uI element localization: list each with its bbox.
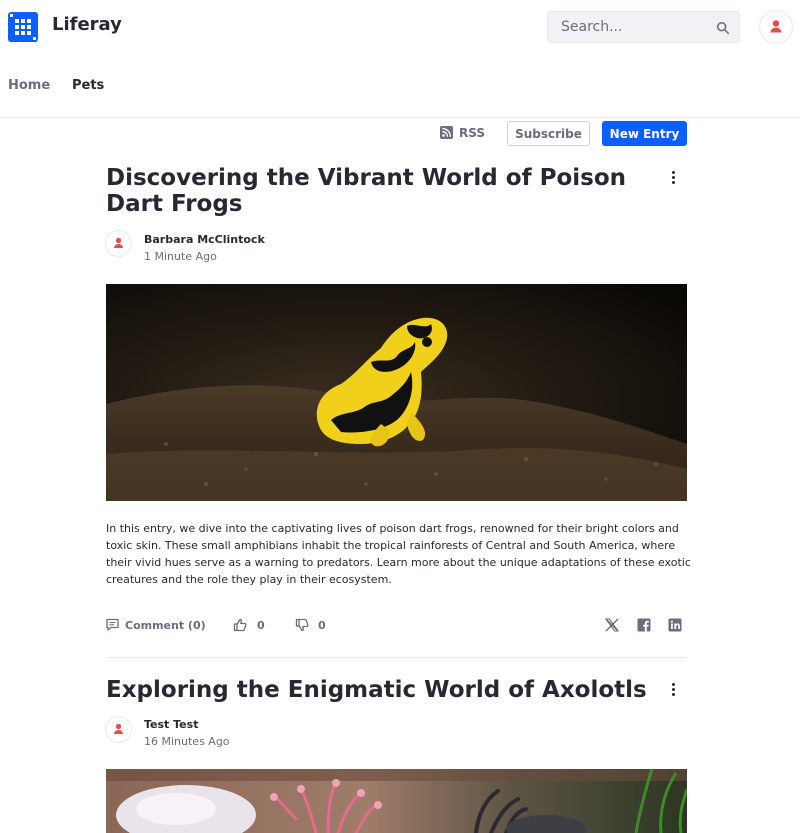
user-icon	[770, 20, 782, 33]
author-avatar	[105, 230, 132, 257]
subscribe-button[interactable]: Subscribe	[507, 121, 590, 146]
search-input[interactable]	[548, 12, 708, 42]
entry-timestamp: 16 Minutes Ago	[144, 735, 230, 748]
x-icon[interactable]	[604, 617, 620, 633]
entry-options-icon[interactable]	[666, 168, 682, 188]
comment-icon	[106, 618, 119, 631]
site-name[interactable]: Liferay	[52, 14, 122, 35]
author-name[interactable]: Test Test	[144, 718, 198, 731]
entry-divider	[106, 657, 687, 658]
search-icon[interactable]	[716, 21, 730, 35]
entry-options-icon[interactable]	[666, 680, 682, 700]
facebook-icon[interactable]	[636, 617, 652, 633]
author-name[interactable]: Barbara McClintock	[144, 233, 265, 246]
new-entry-button[interactable]: New Entry	[602, 121, 687, 146]
dislike-count: 0	[318, 619, 326, 632]
rss-icon	[440, 126, 453, 139]
liferay-logo-icon[interactable]	[8, 12, 38, 42]
entry-title[interactable]: Discovering the Vibrant World of Poison …	[106, 165, 651, 217]
entry-image-frog[interactable]	[106, 284, 687, 501]
like-count: 0	[257, 619, 265, 632]
user-icon	[114, 723, 123, 734]
comment-button[interactable]: Comment (0)	[106, 617, 216, 635]
user-menu-button[interactable]	[759, 10, 793, 44]
like-button[interactable]: 0	[233, 617, 273, 635]
axolotl-image	[106, 769, 687, 833]
nav-item-home[interactable]: Home	[8, 78, 50, 93]
rss-label: RSS	[459, 126, 485, 140]
author-avatar	[105, 716, 132, 743]
dislike-button[interactable]: 0	[295, 617, 335, 635]
search-box[interactable]	[547, 11, 740, 43]
comment-label: Comment (0)	[125, 619, 206, 632]
thumbs-down-icon	[295, 618, 309, 632]
linkedin-icon[interactable]	[667, 617, 683, 633]
poison-dart-frog-image	[106, 284, 687, 501]
nav-item-pets[interactable]: Pets	[72, 78, 104, 93]
entry-title[interactable]: Exploring the Enigmatic World of Axolotl…	[106, 677, 651, 703]
nav-divider	[0, 117, 800, 118]
thumbs-up-icon	[233, 618, 247, 632]
entry-timestamp: 1 Minute Ago	[144, 250, 217, 263]
entry-image-axolotl[interactable]	[106, 769, 687, 833]
top-bar: Liferay	[0, 0, 800, 56]
user-icon	[114, 237, 123, 248]
entry-excerpt: In this entry, we dive into the captivat…	[106, 522, 691, 586]
